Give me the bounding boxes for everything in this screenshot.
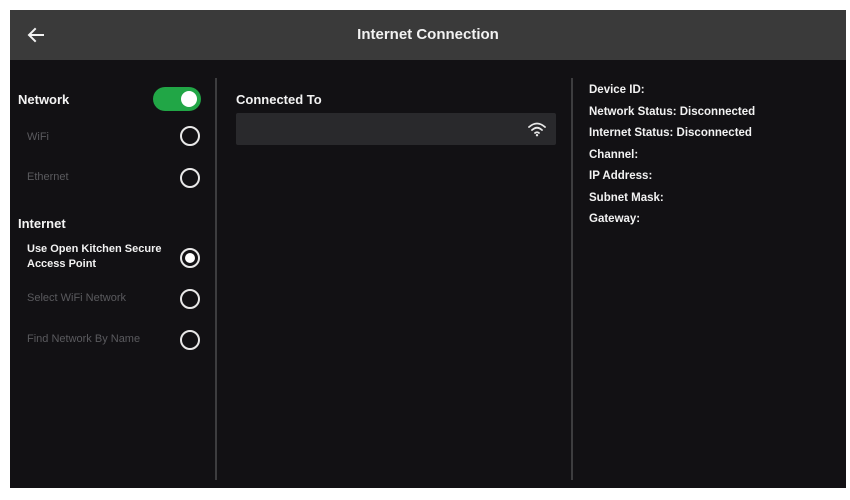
internet-status: Internet Status: Disconnected bbox=[589, 127, 752, 139]
screen: Internet Connection Network WiFi Etherne… bbox=[10, 10, 846, 488]
network-status: Network Status: Disconnected bbox=[589, 105, 756, 118]
network-section-label: Network bbox=[18, 92, 70, 107]
find-network-by-name-radio[interactable] bbox=[180, 330, 200, 350]
wifi-icon bbox=[528, 122, 546, 137]
wifi-radio[interactable] bbox=[180, 126, 200, 146]
connected-network-field[interactable] bbox=[236, 113, 556, 145]
ethernet-radio[interactable] bbox=[180, 168, 200, 188]
gateway: Gateway: bbox=[589, 213, 641, 225]
network-toggle[interactable] bbox=[153, 87, 201, 111]
device-id: Device ID: bbox=[589, 84, 645, 96]
subnet-mask: Subnet Mask: bbox=[589, 191, 664, 204]
wifi-option-label: WiFi bbox=[27, 131, 49, 143]
divider-left bbox=[215, 78, 217, 480]
divider-right bbox=[571, 78, 573, 480]
secure-access-point-radio[interactable] bbox=[180, 248, 200, 268]
select-wifi-network-radio[interactable] bbox=[180, 289, 200, 309]
page-title: Internet Connection bbox=[357, 26, 499, 43]
toggle-knob bbox=[181, 91, 197, 107]
ip-address: IP Address: bbox=[589, 170, 653, 182]
ethernet-option-label: Ethernet bbox=[27, 171, 69, 183]
find-network-by-name-label: Find Network By Name bbox=[27, 333, 141, 345]
channel: Channel: bbox=[589, 148, 639, 161]
internet-section-label: Internet bbox=[18, 216, 66, 231]
header-bar: Internet Connection bbox=[10, 10, 846, 60]
device-info-list: Device ID: Network Status: Disconnected … bbox=[589, 82, 755, 233]
connected-to-label: Connected To bbox=[236, 92, 322, 107]
secure-access-point-label: Use Open Kitchen Secure Access Point bbox=[27, 243, 162, 270]
select-wifi-network-label: Select WiFi Network bbox=[27, 292, 127, 304]
